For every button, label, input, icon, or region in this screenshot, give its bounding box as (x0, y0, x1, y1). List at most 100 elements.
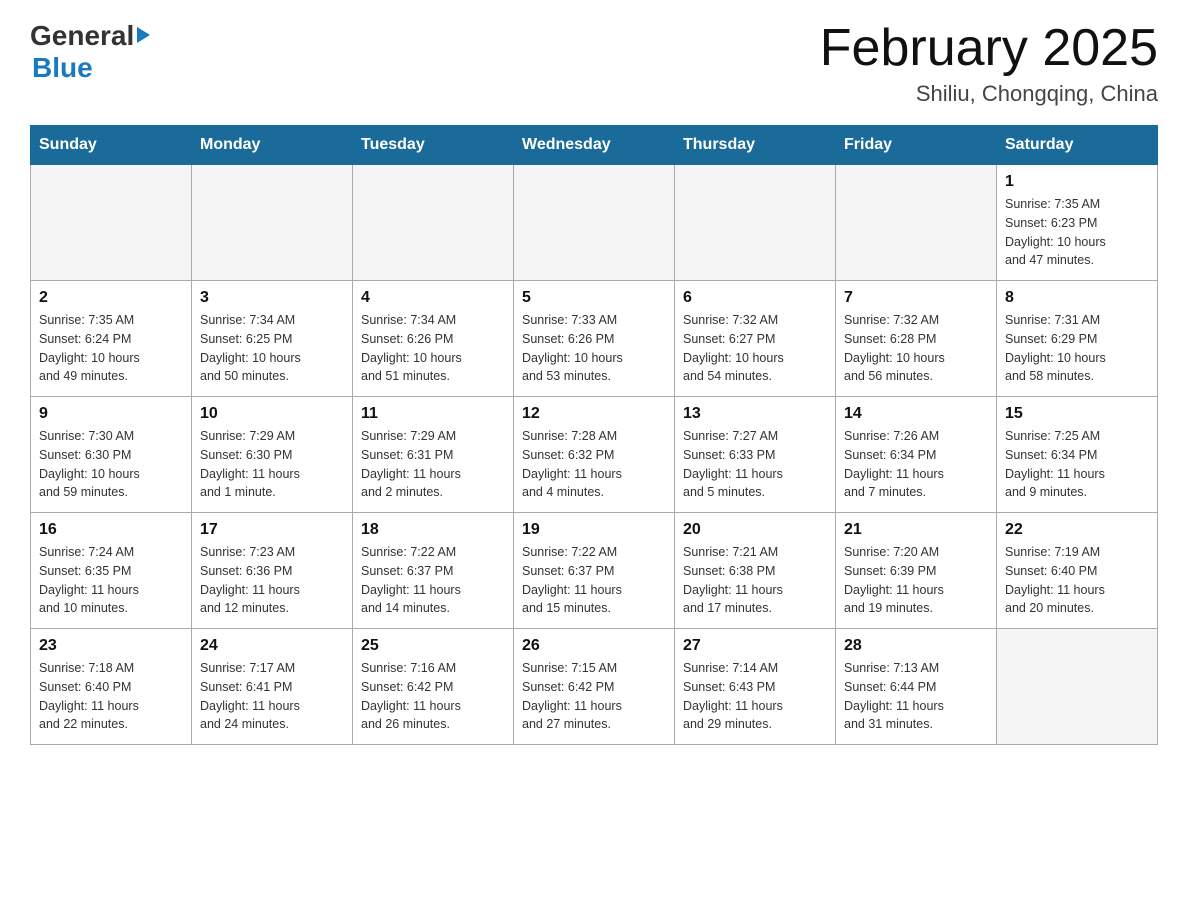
calendar-cell: 2 Sunrise: 7:35 AM Sunset: 6:24 PM Daylig… (31, 281, 192, 397)
calendar-cell: 28 Sunrise: 7:13 AM Sunset: 6:44 PM Dayli… (836, 629, 997, 745)
day-info: Sunrise: 7:34 AM Sunset: 6:26 PM Dayligh… (361, 311, 505, 386)
calendar-week-2: 2 Sunrise: 7:35 AM Sunset: 6:24 PM Daylig… (31, 281, 1158, 397)
days-of-week-row: SundayMondayTuesdayWednesdayThursdayFrid… (31, 126, 1158, 165)
day-info: Sunrise: 7:26 AM Sunset: 6:34 PM Dayligh… (844, 427, 988, 502)
calendar-cell (192, 165, 353, 281)
calendar-cell: 7 Sunrise: 7:32 AM Sunset: 6:28 PM Daylig… (836, 281, 997, 397)
day-number: 12 (522, 405, 666, 423)
calendar-cell: 25 Sunrise: 7:16 AM Sunset: 6:42 PM Dayli… (353, 629, 514, 745)
calendar-cell: 9Sunrise: 7:30 AM Sunset: 6:30 PM Daylig… (31, 397, 192, 513)
calendar-cell: 20Sunrise: 7:21 AM Sunset: 6:38 PM Dayli… (675, 513, 836, 629)
calendar-cell (353, 165, 514, 281)
day-number: 7 (844, 289, 988, 307)
day-number: 17 (200, 521, 344, 539)
day-info: Sunrise: 7:15 AM Sunset: 6:42 PM Dayligh… (522, 659, 666, 734)
calendar-cell: 27Sunrise: 7:14 AM Sunset: 6:43 PM Dayli… (675, 629, 836, 745)
calendar-week-1: 1 Sunrise: 7:35 AM Sunset: 6:23 PM Daylig… (31, 165, 1158, 281)
logo-arrow-icon (137, 27, 150, 43)
day-number: 23 (39, 637, 183, 655)
day-info: Sunrise: 7:32 AM Sunset: 6:27 PM Dayligh… (683, 311, 827, 386)
calendar-cell: 16 Sunrise: 7:24 AM Sunset: 6:35 PM Dayli… (31, 513, 192, 629)
day-number: 24 (200, 637, 344, 655)
calendar-cell: 24 Sunrise: 7:17 AM Sunset: 6:41 PM Dayli… (192, 629, 353, 745)
day-number: 1 (1005, 173, 1149, 191)
day-number: 26 (522, 637, 666, 655)
day-info: Sunrise: 7:20 AM Sunset: 6:39 PM Dayligh… (844, 543, 988, 618)
calendar-cell: 4 Sunrise: 7:34 AM Sunset: 6:26 PM Daylig… (353, 281, 514, 397)
calendar-header: SundayMondayTuesdayWednesdayThursdayFrid… (31, 126, 1158, 165)
month-title: February 2025 (820, 20, 1158, 77)
logo-blue-text: Blue (32, 52, 93, 83)
calendar-cell: 3Sunrise: 7:34 AM Sunset: 6:25 PM Daylig… (192, 281, 353, 397)
day-info: Sunrise: 7:22 AM Sunset: 6:37 PM Dayligh… (522, 543, 666, 618)
day-number: 21 (844, 521, 988, 539)
day-info: Sunrise: 7:30 AM Sunset: 6:30 PM Dayligh… (39, 427, 183, 502)
location-subtitle: Shiliu, Chongqing, China (820, 81, 1158, 107)
page-header: General Blue February 2025 Shiliu, Chong… (30, 20, 1158, 107)
calendar-cell: 12 Sunrise: 7:28 AM Sunset: 6:32 PM Dayli… (514, 397, 675, 513)
calendar-cell (675, 165, 836, 281)
calendar-cell: 11 Sunrise: 7:29 AM Sunset: 6:31 PM Dayli… (353, 397, 514, 513)
day-info: Sunrise: 7:28 AM Sunset: 6:32 PM Dayligh… (522, 427, 666, 502)
day-number: 18 (361, 521, 505, 539)
calendar-cell: 23 Sunrise: 7:18 AM Sunset: 6:40 PM Dayli… (31, 629, 192, 745)
day-number: 8 (1005, 289, 1149, 307)
day-of-week-saturday: Saturday (997, 126, 1158, 165)
day-info: Sunrise: 7:35 AM Sunset: 6:23 PM Dayligh… (1005, 195, 1149, 270)
calendar-cell: 17 Sunrise: 7:23 AM Sunset: 6:36 PM Dayli… (192, 513, 353, 629)
logo: General Blue (30, 20, 150, 84)
day-info: Sunrise: 7:16 AM Sunset: 6:42 PM Dayligh… (361, 659, 505, 734)
day-info: Sunrise: 7:18 AM Sunset: 6:40 PM Dayligh… (39, 659, 183, 734)
calendar-cell: 5Sunrise: 7:33 AM Sunset: 6:26 PM Daylig… (514, 281, 675, 397)
day-number: 10 (200, 405, 344, 423)
calendar-cell: 15 Sunrise: 7:25 AM Sunset: 6:34 PM Dayli… (997, 397, 1158, 513)
day-number: 2 (39, 289, 183, 307)
calendar-cell (836, 165, 997, 281)
day-number: 11 (361, 405, 505, 423)
calendar-cell: 18 Sunrise: 7:22 AM Sunset: 6:37 PM Dayli… (353, 513, 514, 629)
day-number: 25 (361, 637, 505, 655)
calendar-cell: 8 Sunrise: 7:31 AM Sunset: 6:29 PM Daylig… (997, 281, 1158, 397)
calendar-cell: 13 Sunrise: 7:27 AM Sunset: 6:33 PM Dayli… (675, 397, 836, 513)
calendar-cell (997, 629, 1158, 745)
day-info: Sunrise: 7:17 AM Sunset: 6:41 PM Dayligh… (200, 659, 344, 734)
day-number: 16 (39, 521, 183, 539)
day-number: 19 (522, 521, 666, 539)
day-info: Sunrise: 7:33 AM Sunset: 6:26 PM Dayligh… (522, 311, 666, 386)
day-info: Sunrise: 7:13 AM Sunset: 6:44 PM Dayligh… (844, 659, 988, 734)
day-info: Sunrise: 7:24 AM Sunset: 6:35 PM Dayligh… (39, 543, 183, 618)
day-number: 15 (1005, 405, 1149, 423)
day-info: Sunrise: 7:19 AM Sunset: 6:40 PM Dayligh… (1005, 543, 1149, 618)
calendar-cell: 6Sunrise: 7:32 AM Sunset: 6:27 PM Daylig… (675, 281, 836, 397)
day-info: Sunrise: 7:29 AM Sunset: 6:31 PM Dayligh… (361, 427, 505, 502)
calendar-body: 1 Sunrise: 7:35 AM Sunset: 6:23 PM Daylig… (31, 165, 1158, 745)
calendar-week-5: 23 Sunrise: 7:18 AM Sunset: 6:40 PM Dayli… (31, 629, 1158, 745)
day-info: Sunrise: 7:31 AM Sunset: 6:29 PM Dayligh… (1005, 311, 1149, 386)
day-info: Sunrise: 7:27 AM Sunset: 6:33 PM Dayligh… (683, 427, 827, 502)
day-number: 13 (683, 405, 827, 423)
day-number: 28 (844, 637, 988, 655)
day-of-week-sunday: Sunday (31, 126, 192, 165)
day-number: 20 (683, 521, 827, 539)
day-of-week-tuesday: Tuesday (353, 126, 514, 165)
day-number: 4 (361, 289, 505, 307)
day-of-week-thursday: Thursday (675, 126, 836, 165)
day-info: Sunrise: 7:29 AM Sunset: 6:30 PM Dayligh… (200, 427, 344, 502)
calendar-cell: 10 Sunrise: 7:29 AM Sunset: 6:30 PM Dayli… (192, 397, 353, 513)
title-section: February 2025 Shiliu, Chongqing, China (820, 20, 1158, 107)
day-info: Sunrise: 7:35 AM Sunset: 6:24 PM Dayligh… (39, 311, 183, 386)
calendar-cell: 14Sunrise: 7:26 AM Sunset: 6:34 PM Dayli… (836, 397, 997, 513)
calendar-cell: 22Sunrise: 7:19 AM Sunset: 6:40 PM Dayli… (997, 513, 1158, 629)
calendar-table: SundayMondayTuesdayWednesdayThursdayFrid… (30, 125, 1158, 745)
calendar-week-4: 16 Sunrise: 7:24 AM Sunset: 6:35 PM Dayli… (31, 513, 1158, 629)
day-info: Sunrise: 7:22 AM Sunset: 6:37 PM Dayligh… (361, 543, 505, 618)
logo-general-text: General (30, 20, 134, 52)
day-info: Sunrise: 7:14 AM Sunset: 6:43 PM Dayligh… (683, 659, 827, 734)
day-info: Sunrise: 7:25 AM Sunset: 6:34 PM Dayligh… (1005, 427, 1149, 502)
day-of-week-monday: Monday (192, 126, 353, 165)
day-info: Sunrise: 7:32 AM Sunset: 6:28 PM Dayligh… (844, 311, 988, 386)
day-info: Sunrise: 7:23 AM Sunset: 6:36 PM Dayligh… (200, 543, 344, 618)
calendar-cell: 19 Sunrise: 7:22 AM Sunset: 6:37 PM Dayli… (514, 513, 675, 629)
day-info: Sunrise: 7:34 AM Sunset: 6:25 PM Dayligh… (200, 311, 344, 386)
calendar-cell: 21 Sunrise: 7:20 AM Sunset: 6:39 PM Dayli… (836, 513, 997, 629)
